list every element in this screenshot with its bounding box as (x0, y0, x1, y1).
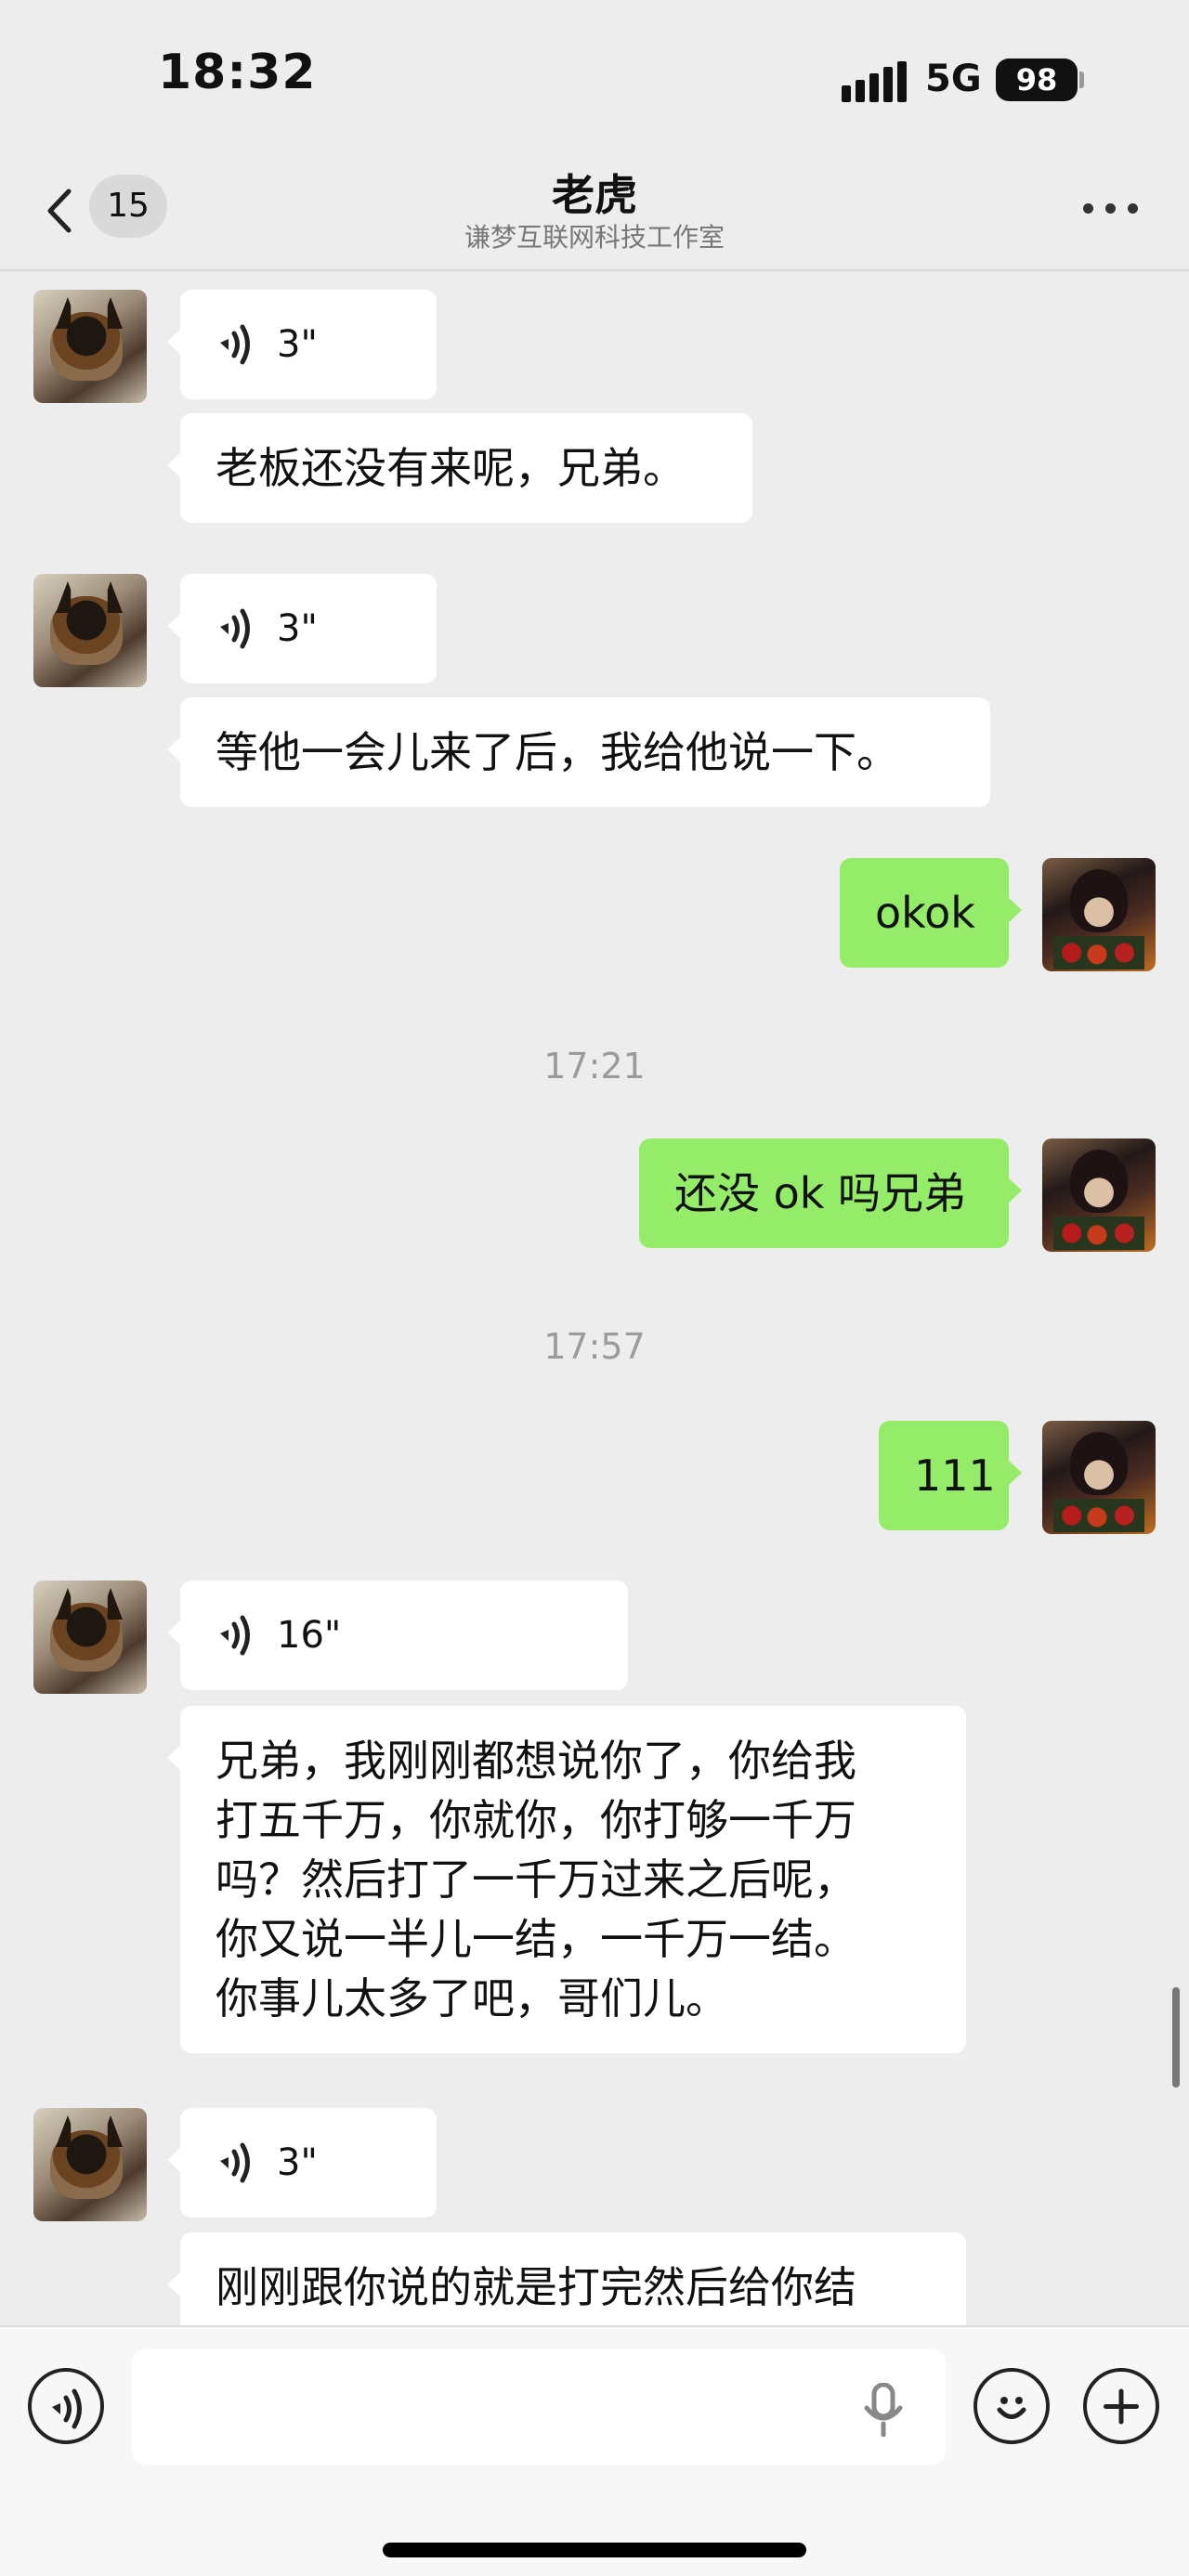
message-scrollbar[interactable] (1172, 1987, 1180, 2088)
add-more-button[interactable] (1083, 2368, 1159, 2444)
voice-duration: 16" (277, 1614, 342, 1657)
voice-duration: 3" (277, 323, 318, 366)
cellular-signal-icon (842, 61, 907, 102)
message-line: 打五千万，你就你，你打够一千万 (216, 1795, 856, 1845)
message-list[interactable]: 3" 老板还没有来呢，兄弟。 3" 等他一会儿来了后，我给他说一下。 okok … (0, 271, 1189, 2325)
text-message[interactable]: 老板还没有来呢，兄弟。 (167, 413, 752, 523)
voice-wave-icon (220, 1615, 250, 1656)
voice-duration: 3" (277, 2141, 318, 2184)
more-options-icon[interactable] (1083, 199, 1139, 217)
status-time: 18:32 (158, 45, 317, 100)
microphone-icon[interactable] (864, 2383, 903, 2437)
outgoing-text-message[interactable]: 还没 ok 吗兄弟 (639, 1138, 1022, 1248)
message-text: 刚刚跟你说的就是打完然后给你结 (216, 2262, 856, 2312)
contact-avatar[interactable] (33, 2108, 147, 2221)
text-message[interactable]: 等他一会儿来了后，我给他说一下。 (167, 697, 990, 807)
message-text: 111 (914, 1451, 996, 1501)
user-avatar[interactable] (1042, 1138, 1156, 1252)
voice-input-button[interactable] (28, 2368, 104, 2444)
contact-avatar[interactable] (33, 290, 147, 403)
multiline-text-message[interactable]: 兄弟，我刚刚都想说你了，你给我 打五千万，你就你，你打够一千万 吗？然后打了一千… (167, 1706, 966, 2053)
contact-avatar[interactable] (33, 574, 147, 687)
message-input[interactable] (132, 2349, 946, 2465)
user-avatar[interactable] (1042, 1421, 1156, 1534)
message-text: 老板还没有来呢，兄弟。 (216, 443, 686, 493)
voice-wave-icon (220, 608, 250, 649)
voice-message[interactable]: 3" (167, 574, 437, 683)
smiley-icon (997, 2397, 1026, 2419)
message-line: 你又说一半儿一结，一千万一结。 (216, 1914, 856, 1964)
message-line: 吗？然后打了一千万过来之后呢， (216, 1854, 856, 1905)
voice-duration: 3" (277, 607, 318, 650)
voice-message[interactable]: 16" (167, 1581, 628, 1690)
battery-level: 98 (996, 59, 1078, 101)
message-text: 等他一会儿来了后，我给他说一下。 (216, 727, 899, 777)
emoji-button[interactable] (973, 2368, 1050, 2444)
message-text: okok (875, 888, 975, 938)
chat-subtitle: 谦梦互联网科技工作室 (464, 222, 725, 253)
home-indicator[interactable] (383, 2543, 806, 2557)
voice-wave-icon (220, 2142, 250, 2183)
chat-title: 老虎 (552, 170, 637, 220)
message-text: 还没 ok 吗兄弟 (674, 1168, 967, 1218)
outgoing-text-message[interactable]: 111 (879, 1421, 1022, 1530)
network-type: 5G (925, 58, 982, 100)
message-line: 兄弟，我刚刚都想说你了，你给我 (216, 1736, 856, 1786)
message-composer (0, 2325, 1189, 2576)
message-line: 你事儿太多了吧，哥们儿。 (216, 1973, 728, 2023)
outgoing-text-message[interactable]: okok (840, 858, 1022, 968)
voice-message[interactable]: 3" (167, 290, 437, 399)
voice-wave-icon (52, 2388, 82, 2429)
contact-avatar[interactable] (33, 1581, 147, 1694)
timestamp: 17:57 (543, 1326, 646, 1367)
chat-header: 15 老虎 谦梦互联网科技工作室 (0, 149, 1189, 271)
text-message[interactable]: 刚刚跟你说的就是打完然后给你结 (167, 2232, 966, 2325)
status-bar: 18:32 5G 98 (0, 0, 1189, 149)
voice-wave-icon (220, 324, 250, 365)
timestamp: 17:21 (543, 1046, 646, 1086)
user-avatar[interactable] (1042, 858, 1156, 971)
voice-message[interactable]: 3" (167, 2108, 437, 2218)
battery-icon (1079, 72, 1084, 88)
